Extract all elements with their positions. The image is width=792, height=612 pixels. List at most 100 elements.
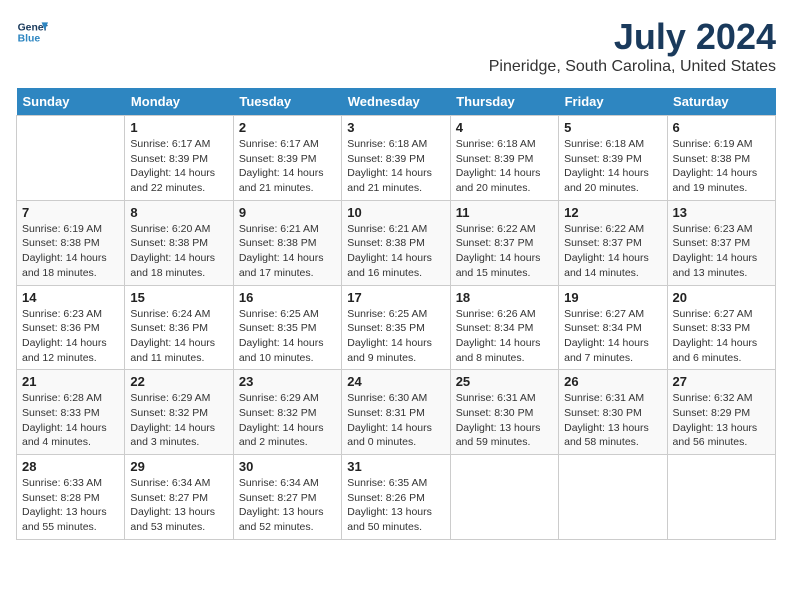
day-number: 7 (22, 205, 119, 220)
calendar-cell: 7 Sunrise: 6:19 AM Sunset: 8:38 PM Daylig… (17, 200, 125, 285)
day-number: 14 (22, 290, 119, 305)
calendar-cell: 30 Sunrise: 6:34 AM Sunset: 8:27 PM Dayli… (233, 455, 341, 540)
calendar-table: SundayMondayTuesdayWednesdayThursdayFrid… (16, 88, 776, 540)
day-info: Sunrise: 6:32 AM Sunset: 8:29 PM Dayligh… (673, 391, 770, 450)
calendar-cell: 11Sunrise: 6:22 AM Sunset: 8:37 PM Dayli… (450, 200, 558, 285)
day-info: Sunrise: 6:29 AM Sunset: 8:32 PM Dayligh… (239, 391, 336, 450)
day-info: Sunrise: 6:27 AM Sunset: 8:34 PM Dayligh… (564, 307, 661, 366)
calendar-cell (667, 455, 775, 540)
page-subtitle: Pineridge, South Carolina, United States (489, 58, 776, 76)
calendar-cell: 27 Sunrise: 6:32 AM Sunset: 8:29 PM Dayli… (667, 370, 775, 455)
day-info: Sunrise: 6:27 AM Sunset: 8:33 PM Dayligh… (673, 307, 770, 366)
svg-text:Blue: Blue (18, 34, 41, 45)
day-header-saturday: Saturday (667, 88, 775, 116)
logo-icon: General Blue (16, 16, 48, 48)
day-number: 18 (456, 290, 553, 305)
day-number: 25 (456, 374, 553, 389)
day-info: Sunrise: 6:34 AM Sunset: 8:27 PM Dayligh… (239, 476, 336, 535)
calendar-cell: 31Sunrise: 6:35 AM Sunset: 8:26 PM Dayli… (342, 455, 450, 540)
day-number: 13 (673, 205, 770, 220)
calendar-cell (17, 116, 125, 201)
day-info: Sunrise: 6:31 AM Sunset: 8:30 PM Dayligh… (564, 391, 661, 450)
calendar-cell: 21 Sunrise: 6:28 AM Sunset: 8:33 PM Dayli… (17, 370, 125, 455)
day-info: Sunrise: 6:23 AM Sunset: 8:37 PM Dayligh… (673, 222, 770, 281)
day-info: Sunrise: 6:17 AM Sunset: 8:39 PM Dayligh… (239, 137, 336, 196)
page-title: July 2024 (489, 16, 776, 58)
day-info: Sunrise: 6:21 AM Sunset: 8:38 PM Dayligh… (347, 222, 444, 281)
calendar-cell: 8 Sunrise: 6:20 AM Sunset: 8:38 PM Daylig… (125, 200, 233, 285)
day-number: 31 (347, 459, 444, 474)
calendar-cell: 14 Sunrise: 6:23 AM Sunset: 8:36 PM Dayli… (17, 285, 125, 370)
day-number: 9 (239, 205, 336, 220)
calendar-cell: 15Sunrise: 6:24 AM Sunset: 8:36 PM Dayli… (125, 285, 233, 370)
day-number: 2 (239, 120, 336, 135)
calendar-week-5: 28 Sunrise: 6:33 AM Sunset: 8:28 PM Dayli… (17, 455, 776, 540)
day-number: 24 (347, 374, 444, 389)
day-info: Sunrise: 6:23 AM Sunset: 8:36 PM Dayligh… (22, 307, 119, 366)
page-header: General Blue July 2024 Pineridge, South … (16, 16, 776, 76)
calendar-cell: 16 Sunrise: 6:25 AM Sunset: 8:35 PM Dayli… (233, 285, 341, 370)
title-area: July 2024 Pineridge, South Carolina, Uni… (489, 16, 776, 76)
calendar-cell: 12 Sunrise: 6:22 AM Sunset: 8:37 PM Dayli… (559, 200, 667, 285)
calendar-cell: 6 Sunrise: 6:19 AM Sunset: 8:38 PM Daylig… (667, 116, 775, 201)
calendar-cell: 13 Sunrise: 6:23 AM Sunset: 8:37 PM Dayli… (667, 200, 775, 285)
day-number: 4 (456, 120, 553, 135)
day-info: Sunrise: 6:17 AM Sunset: 8:39 PM Dayligh… (130, 137, 227, 196)
calendar-cell: 22Sunrise: 6:29 AM Sunset: 8:32 PM Dayli… (125, 370, 233, 455)
calendar-cell: 3Sunrise: 6:18 AM Sunset: 8:39 PM Daylig… (342, 116, 450, 201)
day-info: Sunrise: 6:30 AM Sunset: 8:31 PM Dayligh… (347, 391, 444, 450)
calendar-cell: 9 Sunrise: 6:21 AM Sunset: 8:38 PM Daylig… (233, 200, 341, 285)
day-info: Sunrise: 6:34 AM Sunset: 8:27 PM Dayligh… (130, 476, 227, 535)
day-info: Sunrise: 6:28 AM Sunset: 8:33 PM Dayligh… (22, 391, 119, 450)
day-info: Sunrise: 6:25 AM Sunset: 8:35 PM Dayligh… (347, 307, 444, 366)
day-number: 28 (22, 459, 119, 474)
day-info: Sunrise: 6:20 AM Sunset: 8:38 PM Dayligh… (130, 222, 227, 281)
day-info: Sunrise: 6:33 AM Sunset: 8:28 PM Dayligh… (22, 476, 119, 535)
day-number: 17 (347, 290, 444, 305)
calendar-cell: 5 Sunrise: 6:18 AM Sunset: 8:39 PM Daylig… (559, 116, 667, 201)
calendar-week-1: 1Sunrise: 6:17 AM Sunset: 8:39 PM Daylig… (17, 116, 776, 201)
day-header-monday: Monday (125, 88, 233, 116)
day-header-thursday: Thursday (450, 88, 558, 116)
calendar-cell: 29Sunrise: 6:34 AM Sunset: 8:27 PM Dayli… (125, 455, 233, 540)
calendar-header-row: SundayMondayTuesdayWednesdayThursdayFrid… (17, 88, 776, 116)
day-info: Sunrise: 6:18 AM Sunset: 8:39 PM Dayligh… (347, 137, 444, 196)
calendar-cell: 28 Sunrise: 6:33 AM Sunset: 8:28 PM Dayli… (17, 455, 125, 540)
calendar-week-3: 14 Sunrise: 6:23 AM Sunset: 8:36 PM Dayli… (17, 285, 776, 370)
day-number: 8 (130, 205, 227, 220)
day-number: 20 (673, 290, 770, 305)
day-info: Sunrise: 6:21 AM Sunset: 8:38 PM Dayligh… (239, 222, 336, 281)
day-number: 11 (456, 205, 553, 220)
day-info: Sunrise: 6:19 AM Sunset: 8:38 PM Dayligh… (22, 222, 119, 281)
day-header-sunday: Sunday (17, 88, 125, 116)
day-info: Sunrise: 6:24 AM Sunset: 8:36 PM Dayligh… (130, 307, 227, 366)
day-number: 30 (239, 459, 336, 474)
day-info: Sunrise: 6:26 AM Sunset: 8:34 PM Dayligh… (456, 307, 553, 366)
calendar-cell: 10 Sunrise: 6:21 AM Sunset: 8:38 PM Dayli… (342, 200, 450, 285)
day-info: Sunrise: 6:22 AM Sunset: 8:37 PM Dayligh… (564, 222, 661, 281)
day-number: 16 (239, 290, 336, 305)
calendar-cell: 25Sunrise: 6:31 AM Sunset: 8:30 PM Dayli… (450, 370, 558, 455)
calendar-cell: 17 Sunrise: 6:25 AM Sunset: 8:35 PM Dayli… (342, 285, 450, 370)
calendar-cell: 23 Sunrise: 6:29 AM Sunset: 8:32 PM Dayli… (233, 370, 341, 455)
day-number: 12 (564, 205, 661, 220)
day-number: 5 (564, 120, 661, 135)
day-number: 22 (130, 374, 227, 389)
day-header-friday: Friday (559, 88, 667, 116)
day-info: Sunrise: 6:18 AM Sunset: 8:39 PM Dayligh… (564, 137, 661, 196)
calendar-cell: 26 Sunrise: 6:31 AM Sunset: 8:30 PM Dayli… (559, 370, 667, 455)
day-number: 10 (347, 205, 444, 220)
day-number: 23 (239, 374, 336, 389)
calendar-week-4: 21 Sunrise: 6:28 AM Sunset: 8:33 PM Dayli… (17, 370, 776, 455)
calendar-cell: 1Sunrise: 6:17 AM Sunset: 8:39 PM Daylig… (125, 116, 233, 201)
day-info: Sunrise: 6:25 AM Sunset: 8:35 PM Dayligh… (239, 307, 336, 366)
day-number: 6 (673, 120, 770, 135)
day-info: Sunrise: 6:19 AM Sunset: 8:38 PM Dayligh… (673, 137, 770, 196)
calendar-cell (559, 455, 667, 540)
day-number: 26 (564, 374, 661, 389)
day-number: 21 (22, 374, 119, 389)
calendar-cell: 4Sunrise: 6:18 AM Sunset: 8:39 PM Daylig… (450, 116, 558, 201)
calendar-cell (450, 455, 558, 540)
calendar-week-2: 7 Sunrise: 6:19 AM Sunset: 8:38 PM Daylig… (17, 200, 776, 285)
day-number: 27 (673, 374, 770, 389)
